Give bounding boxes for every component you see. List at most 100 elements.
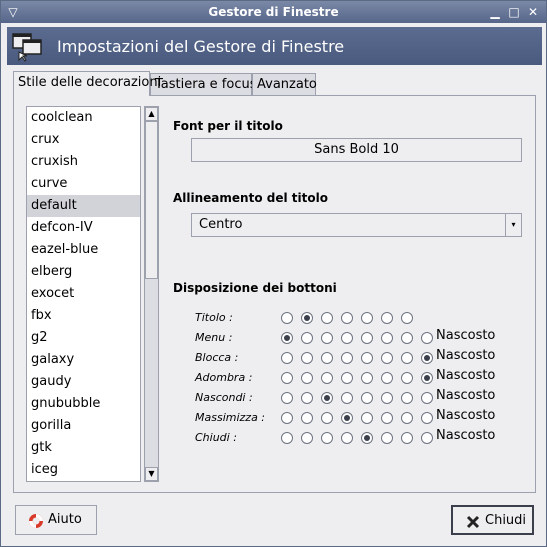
scroll-down-icon[interactable]: ▼ [145,467,158,481]
position-radio[interactable] [381,392,393,404]
list-item[interactable]: fbx [27,305,140,327]
hidden-option-label: Nascosto [436,388,496,403]
position-radio[interactable] [301,332,313,344]
list-item[interactable]: galaxy [27,349,140,371]
position-radio[interactable] [421,432,433,444]
list-item[interactable]: defcon-IV [27,217,140,239]
minimize-icon[interactable]: ▁ [487,4,503,20]
position-radio[interactable] [361,372,373,384]
tab-keyboard-focus[interactable]: Tastiera e focus [150,73,257,95]
list-item[interactable]: exocet [27,283,140,305]
list-item[interactable]: eazel-blue [27,239,140,261]
alignment-section-label: Allineamento del titolo [173,191,328,205]
close-icon [465,513,481,529]
maximize-icon[interactable]: □ [506,4,522,20]
list-item[interactable]: gorilla [27,415,140,437]
position-radio[interactable] [401,312,413,324]
list-item[interactable]: gaudy [27,371,140,393]
title-bar[interactable]: ▽ Gestore di Finestre ▁ □ ✕ [1,1,546,23]
position-radio[interactable] [381,352,393,364]
position-radio[interactable] [281,312,293,324]
position-radio[interactable] [321,372,333,384]
position-radio[interactable] [281,352,293,364]
close-button[interactable]: Chiudi [451,505,534,535]
help-button[interactable]: Aiuto [15,505,97,535]
tab-decoration-style[interactable]: Stile delle decorazioni [13,71,161,96]
position-radio[interactable] [321,412,333,424]
list-item[interactable]: g2 [27,327,140,349]
position-radio[interactable] [341,392,353,404]
position-radio[interactable] [401,392,413,404]
window-manager-icon [11,30,45,62]
position-radio[interactable] [281,412,293,424]
position-radio[interactable] [341,312,353,324]
position-radio[interactable] [401,412,413,424]
position-radio[interactable] [361,412,373,424]
page-title: Impostazioni del Gestore di Finestre [57,37,345,56]
position-radio[interactable] [401,332,413,344]
position-radio[interactable] [301,372,313,384]
position-radio[interactable] [321,312,333,324]
position-radio[interactable] [361,392,373,404]
buttons-section-label: Disposizione dei bottoni [173,281,337,295]
position-radio[interactable] [381,432,393,444]
position-radio[interactable] [361,432,373,444]
scroll-up-icon[interactable]: ▲ [145,107,158,121]
position-radio[interactable] [321,352,333,364]
title-alignment-select[interactable]: Centro ▾ [191,213,522,237]
button-layout-row: Blocca : Nascosto [195,348,515,368]
position-radio[interactable] [421,332,433,344]
list-item[interactable]: coolclean [27,107,140,129]
position-radio[interactable] [281,432,293,444]
list-item[interactable]: crux [27,129,140,151]
position-radio[interactable] [301,392,313,404]
tab-panel: coolclean crux cruxish curve default defcon-I… [13,95,536,493]
list-item[interactable]: default [27,195,140,217]
position-radio[interactable] [301,432,313,444]
position-radio[interactable] [321,332,333,344]
position-radio[interactable] [361,312,373,324]
position-radio[interactable] [401,372,413,384]
position-radio[interactable] [341,332,353,344]
position-radio[interactable] [381,412,393,424]
theme-list-scrollbar[interactable]: ▲ ▼ [144,106,159,482]
position-radio[interactable] [321,432,333,444]
position-radio[interactable] [401,432,413,444]
tab-label: Stile delle decorazioni [18,75,162,90]
position-radio[interactable] [341,372,353,384]
chevron-down-icon[interactable]: ▾ [505,214,521,236]
position-radio[interactable] [341,352,353,364]
list-item[interactable]: iceg [27,459,140,481]
position-radio[interactable] [341,432,353,444]
position-radio[interactable] [381,312,393,324]
position-radio[interactable] [381,372,393,384]
position-radio[interactable] [361,332,373,344]
position-radio[interactable] [281,332,293,344]
position-radio[interactable] [401,352,413,364]
list-item[interactable]: elberg [27,261,140,283]
position-radio[interactable] [301,412,313,424]
list-item[interactable]: gtk [27,437,140,459]
position-radio[interactable] [421,412,433,424]
position-radio[interactable] [281,372,293,384]
position-radio[interactable] [421,392,433,404]
position-radio[interactable] [301,352,313,364]
close-icon[interactable]: ✕ [525,4,541,20]
title-font-button[interactable]: Sans Bold 10 [191,138,522,162]
position-radio[interactable] [421,372,433,384]
position-radio[interactable] [361,352,373,364]
tab-advanced[interactable]: Avanzato [252,73,317,95]
list-item[interactable]: cruxish [27,151,140,173]
position-radio[interactable] [281,392,293,404]
position-radio[interactable] [341,412,353,424]
list-item[interactable]: curve [27,173,140,195]
position-radio[interactable] [321,392,333,404]
position-radio[interactable] [421,352,433,364]
theme-list[interactable]: coolclean crux cruxish curve default defcon-I… [26,106,141,482]
position-radio[interactable] [381,332,393,344]
lifebuoy-icon [28,512,44,528]
button-layout-row-label: Titolo : [195,311,233,324]
position-radio[interactable] [301,312,313,324]
list-item[interactable]: gnububble [27,393,140,415]
scrollbar-thumb[interactable] [145,121,158,279]
